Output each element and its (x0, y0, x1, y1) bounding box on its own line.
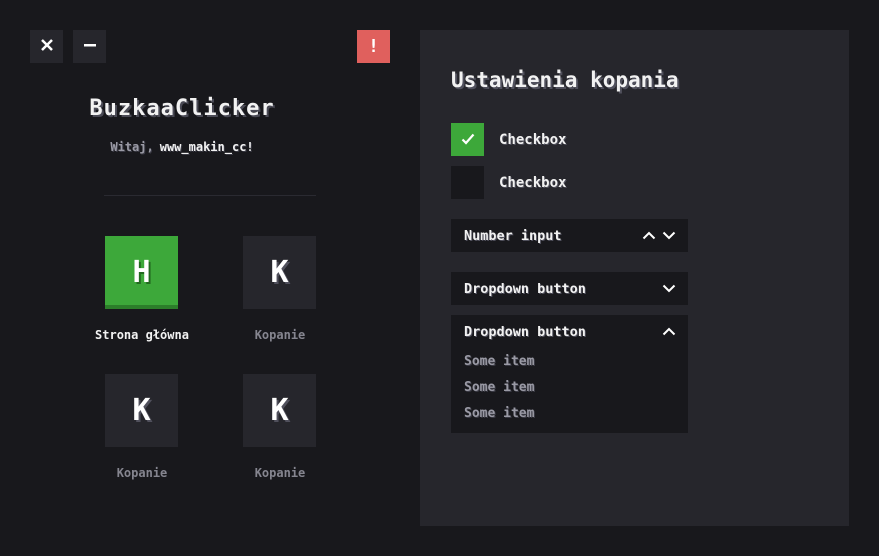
nav-tile-mining-2[interactable]: K (105, 374, 178, 447)
alert-icon: ! (368, 36, 379, 57)
dropdown-button-closed[interactable]: Dropdown button (451, 272, 688, 305)
nav-tile-home-label: Strona główna (95, 328, 189, 342)
dropdown-item[interactable]: Some item (451, 401, 688, 427)
mining-tile-letter: K (270, 255, 289, 290)
welcome-text: Witaj, www_makin_cc! (0, 140, 392, 154)
chevron-down-icon (662, 281, 676, 297)
dropdown-label: Dropdown button (464, 324, 586, 340)
settings-title: Ustawienia kopania (451, 68, 679, 92)
username: www_makin_cc! (159, 140, 254, 154)
number-input-label: Number input (464, 227, 562, 244)
nav-tile-mining-1-label: Kopanie (254, 328, 306, 342)
checkmark-icon (461, 130, 475, 149)
checkbox-1-label: Checkbox (499, 131, 567, 148)
dropdown-open-header[interactable]: Dropdown button (451, 315, 688, 349)
mining-tile-letter: K (132, 393, 151, 428)
minimize-button[interactable] (73, 30, 106, 63)
home-tile-letter: H (132, 255, 151, 290)
nav-tile-mining-3[interactable]: K (243, 374, 316, 447)
nav-tile-home[interactable]: H (105, 236, 178, 309)
divider (104, 195, 316, 196)
checkbox-2-label: Checkbox (499, 174, 567, 191)
nav-tile-mining-1[interactable]: K (243, 236, 316, 309)
mining-tile-letter: K (270, 393, 289, 428)
chevron-up-icon[interactable] (642, 228, 656, 244)
dropdown-label: Dropdown button (464, 280, 586, 297)
dropdown-item[interactable]: Some item (451, 375, 688, 401)
minimize-icon (83, 37, 97, 56)
dropdown-item[interactable]: Some item (451, 349, 688, 375)
number-input[interactable]: Number input (451, 219, 688, 252)
checkbox-1-box[interactable] (451, 123, 484, 156)
nav-tile-mining-3-label: Kopanie (254, 466, 306, 480)
chevron-down-icon[interactable] (662, 228, 676, 244)
sidebar: ! BuzkaaClicker Witaj, www_makin_cc! H St… (0, 0, 420, 556)
number-input-steppers (642, 228, 676, 244)
welcome-label: Witaj, (110, 140, 154, 154)
dropdown-button-open: Dropdown button Some item Some item Some… (451, 315, 688, 433)
nav-tile-mining-2-label: Kopanie (116, 466, 168, 480)
checkbox-1[interactable]: Checkbox (451, 123, 566, 156)
chevron-up-icon (662, 324, 676, 340)
checkbox-2-box[interactable] (451, 166, 484, 199)
checkbox-2[interactable]: Checkbox (451, 166, 566, 199)
close-icon (40, 37, 54, 56)
app-title: BuzkaaClicker (89, 96, 275, 121)
close-button[interactable] (30, 30, 63, 63)
alert-button[interactable]: ! (357, 30, 390, 63)
settings-panel: Ustawienia kopania Checkbox Checkbox Num… (420, 30, 849, 526)
